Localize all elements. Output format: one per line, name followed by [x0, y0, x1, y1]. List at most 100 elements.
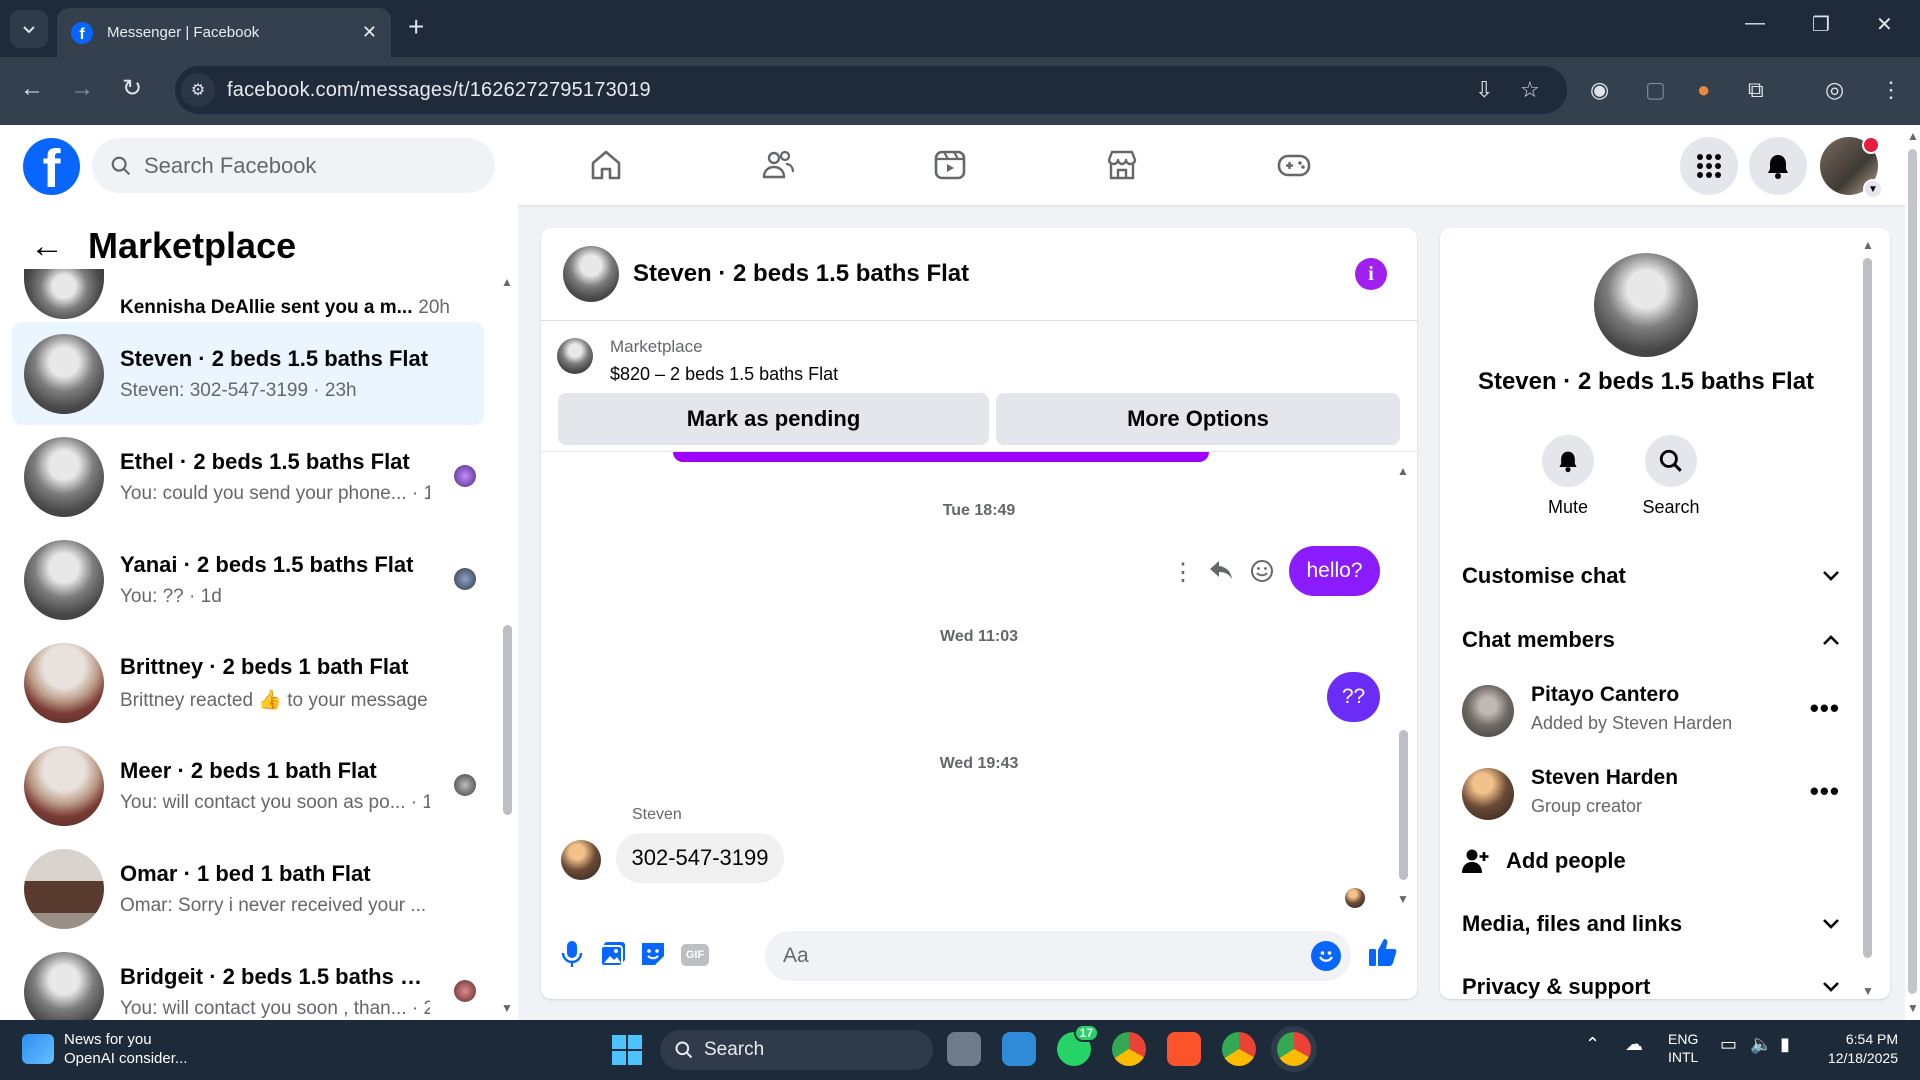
task-view-icon[interactable]	[947, 1032, 981, 1066]
video-icon[interactable]	[932, 147, 968, 183]
message-input[interactable]	[783, 944, 1263, 968]
emoji-icon[interactable]	[1311, 941, 1341, 971]
friends-icon[interactable]	[760, 147, 796, 183]
minimize-icon[interactable]: —	[1745, 12, 1765, 35]
incoming-message[interactable]: 302-547-3199	[616, 833, 784, 883]
conversation-item[interactable]: Meer · 2 beds 1 bath Flat You: will cont…	[12, 734, 484, 837]
scroll-up-icon[interactable]: ▲	[1397, 464, 1409, 478]
message-more-icon[interactable]: ⋮	[1171, 558, 1195, 587]
tab-search-button[interactable]	[10, 10, 48, 48]
conversation-item[interactable]: Brittney · 2 beds 1 bath Flat Brittney r…	[12, 631, 484, 734]
message-composer[interactable]	[765, 931, 1351, 981]
chat-avatar[interactable]	[563, 246, 619, 302]
scrollbar-thumb[interactable]	[1399, 730, 1408, 880]
chat-member-item[interactable]: Pitayo Cantero Added by Steven Harden ••…	[1462, 681, 1840, 741]
account-avatar[interactable]: ▼	[1820, 136, 1883, 199]
facebook-logo-icon[interactable]: f	[23, 138, 80, 195]
volume-icon[interactable]: 🔈	[1750, 1034, 1772, 1055]
scrollbar-thumb[interactable]	[1863, 258, 1872, 958]
more-options-icon[interactable]: •••	[1810, 776, 1840, 807]
info-panel-scrollbar[interactable]: ▲ ▼	[1860, 238, 1874, 998]
customise-chat-section[interactable]: Customise chat	[1462, 563, 1840, 589]
chrome-profile-icon[interactable]	[1222, 1032, 1256, 1066]
notepad-icon[interactable]	[1002, 1032, 1036, 1066]
menu-grid-button[interactable]	[1680, 137, 1738, 195]
scrollbar-thumb[interactable]	[503, 625, 512, 815]
outgoing-message[interactable]: ??	[1327, 672, 1380, 722]
outgoing-message[interactable]: hello?	[1289, 546, 1380, 596]
facebook-search-input[interactable]	[144, 152, 464, 179]
battery-icon[interactable]: ▮	[1780, 1034, 1790, 1055]
browser-menu-icon[interactable]: ⋮	[1880, 77, 1902, 103]
privacy-support-section[interactable]: Privacy & support	[1462, 974, 1840, 999]
page-scrollbar[interactable]: ▲ ▼	[1905, 125, 1920, 1020]
conversation-list-scrollbar[interactable]: ▲ ▼	[500, 275, 514, 1015]
bookmark-star-icon[interactable]: ☆	[1520, 77, 1540, 103]
scrollbar-thumb[interactable]	[1908, 149, 1917, 994]
scroll-up-icon[interactable]: ▲	[1862, 238, 1874, 252]
chat-title[interactable]: Steven · 2 beds 1.5 baths Flat	[633, 260, 969, 288]
media-files-links-section[interactable]: Media, files and links	[1462, 911, 1840, 937]
extension-cookie-icon[interactable]: ●	[1697, 77, 1710, 103]
close-tab-icon[interactable]: ✕	[362, 22, 377, 43]
scroll-down-icon[interactable]: ▼	[501, 1001, 513, 1015]
home-icon[interactable]	[588, 147, 624, 183]
microphone-icon[interactable]	[561, 940, 583, 968]
facebook-search-box[interactable]	[92, 138, 495, 193]
react-emoji-icon[interactable]	[1249, 558, 1275, 584]
restore-icon[interactable]: ❐	[1812, 12, 1830, 37]
weather-icon[interactable]: ☁	[1625, 1034, 1643, 1055]
more-options-button[interactable]: More Options	[996, 393, 1400, 445]
new-tab-button[interactable]: +	[408, 13, 424, 41]
extensions-puzzle-icon[interactable]: ⧉	[1748, 77, 1764, 103]
site-info-icon[interactable]: ⚙	[181, 73, 215, 107]
scroll-up-icon[interactable]: ▲	[501, 275, 513, 289]
conversation-item-active[interactable]: Steven · 2 beds 1.5 baths Flat Steven: 3…	[12, 322, 484, 425]
conversation-item[interactable]: Kennisha DeAllie sent you a m... 20h	[12, 257, 484, 327]
chrome-active-icon[interactable]	[1277, 1032, 1311, 1066]
notifications-button[interactable]	[1749, 137, 1807, 195]
chrome-icon[interactable]	[1112, 1032, 1146, 1066]
chat-members-section[interactable]: Chat members	[1462, 627, 1840, 653]
sender-avatar[interactable]	[561, 840, 601, 880]
close-window-icon[interactable]: ✕	[1876, 12, 1893, 37]
extension-record-icon[interactable]: ◉	[1590, 77, 1609, 103]
address-bar[interactable]: ⚙ facebook.com/messages/t/16262727951730…	[175, 66, 1567, 114]
extension-briefcase-icon[interactable]: ▢	[1645, 77, 1666, 103]
language-indicator[interactable]: ENG INTL	[1668, 1030, 1698, 1066]
scroll-up-icon[interactable]: ▲	[1907, 129, 1919, 143]
chat-member-item[interactable]: Steven Harden Group creator •••	[1462, 764, 1840, 824]
show-hidden-icons[interactable]: ⌃	[1585, 1034, 1600, 1055]
install-app-icon[interactable]: ⇩	[1475, 77, 1493, 103]
whatsapp-icon[interactable]: 17	[1057, 1024, 1099, 1066]
scroll-down-icon[interactable]: ▼	[1907, 1001, 1919, 1015]
gif-icon[interactable]: GIF	[681, 944, 709, 966]
more-options-icon[interactable]: •••	[1810, 693, 1840, 724]
reply-icon[interactable]	[1208, 558, 1234, 582]
windows-start-icon[interactable]	[612, 1035, 642, 1065]
forward-arrow-icon[interactable]: →	[70, 75, 94, 103]
mark-as-pending-button[interactable]: Mark as pending	[558, 393, 989, 445]
group-avatar[interactable]	[1594, 253, 1698, 357]
conversation-item[interactable]: Yanai · 2 beds 1.5 baths Flat You: ?? · …	[12, 528, 484, 631]
marketplace-icon[interactable]	[1104, 147, 1140, 183]
listing-price[interactable]: $820 – 2 beds 1.5 baths Flat	[610, 364, 838, 385]
gaming-icon[interactable]	[1276, 147, 1312, 183]
taskbar-search[interactable]: Search	[660, 1030, 933, 1070]
search-in-chat-button[interactable]: Search	[1626, 435, 1716, 518]
conversation-item[interactable]: Omar · 1 bed 1 bath Flat Omar: Sorry i n…	[12, 837, 484, 940]
reload-icon[interactable]: ↻	[122, 75, 142, 103]
info-icon[interactable]: i	[1355, 258, 1387, 290]
brave-icon[interactable]	[1167, 1032, 1201, 1066]
thumbs-up-icon[interactable]	[1367, 936, 1399, 968]
scroll-down-icon[interactable]: ▼	[1397, 892, 1409, 906]
clock[interactable]: 6:54 PM 12/18/2025	[1818, 1030, 1898, 1068]
network-icon[interactable]: ▭	[1720, 1034, 1737, 1055]
conversation-item[interactable]: Bridgeit · 2 beds 1.5 baths Flat You: wi…	[12, 940, 484, 1020]
news-widget[interactable]: News for you OpenAI consider...	[22, 1030, 187, 1068]
add-people-button[interactable]: Add people	[1462, 848, 1840, 874]
back-arrow-icon[interactable]: ←	[20, 75, 44, 103]
photo-icon[interactable]	[599, 940, 627, 968]
scroll-down-icon[interactable]: ▼	[1862, 984, 1874, 998]
conversation-item[interactable]: Ethel · 2 beds 1.5 baths Flat You: could…	[12, 425, 484, 528]
